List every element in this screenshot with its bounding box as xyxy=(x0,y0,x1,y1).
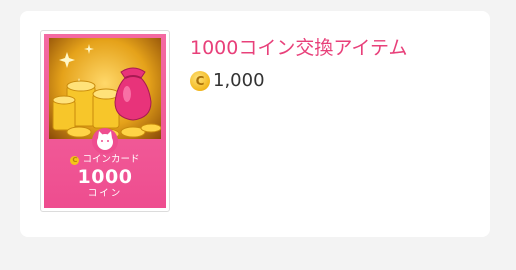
item-title[interactable]: 1000コイン交換アイテム xyxy=(190,35,407,61)
item-thumbnail[interactable]: C コインカード 1000 コイン xyxy=(40,30,170,212)
card-amount: 1000 xyxy=(77,166,133,188)
coins-illustration xyxy=(49,38,161,139)
card-label-text: コインカード xyxy=(82,154,140,165)
item-card: C コインカード 1000 コイン 1000コイン交換アイテム C 1,000 xyxy=(20,11,490,237)
coin-card-image: C コインカード 1000 コイン xyxy=(44,34,166,208)
coin-icon: C xyxy=(70,155,80,165)
price-value: 1,000 xyxy=(213,70,265,91)
coin-icon: C xyxy=(190,71,210,91)
coin-card-label: C コインカード 1000 コイン xyxy=(44,154,166,200)
cat-emblem-icon xyxy=(92,128,118,154)
card-unit: コイン xyxy=(87,188,123,199)
item-price: C 1,000 xyxy=(190,70,265,92)
